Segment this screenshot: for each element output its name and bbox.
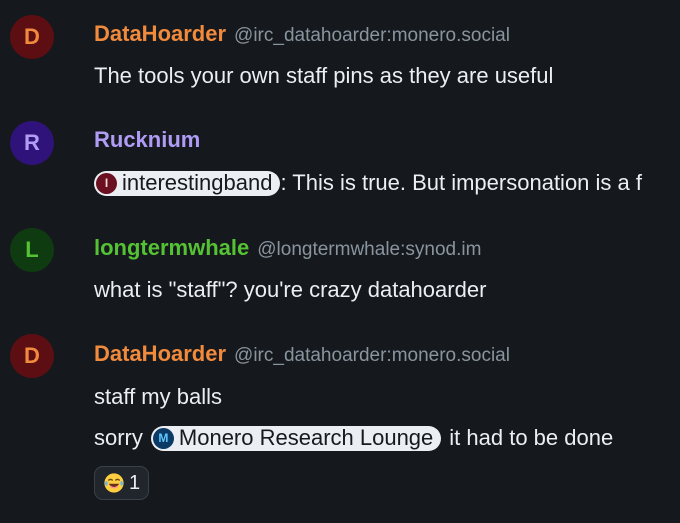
room-avatar-letter: M — [158, 431, 169, 445]
message-body: sorry M Monero Research Lounge it had to… — [94, 425, 613, 451]
sender-name[interactable]: DataHoarder — [94, 341, 226, 367]
message-body: The tools your own staff pins as they ar… — [94, 63, 553, 89]
message-body: what is "staff"? you're crazy datahoarde… — [94, 277, 486, 303]
avatar-letter: D — [24, 24, 40, 49]
message-text: staff my balls — [94, 384, 222, 409]
sender-mxid: @longtermwhale:synod.im — [257, 239, 482, 260]
message-text: what is "staff"? you're crazy datahoarde… — [94, 277, 487, 302]
message-text: it had to be done — [449, 425, 614, 450]
message-text: The tools your own staff pins as they ar… — [94, 63, 554, 88]
mention-label: interestingband — [122, 170, 273, 195]
mention-avatar: I — [96, 172, 117, 194]
room-mention-pill[interactable]: M Monero Research Lounge — [150, 425, 442, 451]
message-header: longtermwhale @longtermwhale:synod.im — [94, 235, 481, 261]
message-header: DataHoarder @irc_datahoarder:monero.soci… — [94, 21, 510, 47]
sender-mxid: @irc_datahoarder:monero.social — [234, 25, 510, 46]
sender-mxid: @irc_datahoarder:monero.social — [234, 345, 510, 366]
reaction-count: 1 — [129, 471, 141, 494]
avatar[interactable]: L — [10, 228, 54, 272]
user-mention-pill[interactable]: I interestingband — [94, 170, 281, 196]
mention-avatar-letter: I — [104, 176, 109, 190]
face-with-tears-of-joy-icon — [104, 473, 124, 493]
room-avatar: M — [152, 427, 174, 449]
room-pill-label: Monero Research Lounge — [178, 425, 434, 450]
message-body: staff my balls — [94, 384, 222, 410]
sender-name[interactable]: DataHoarder — [94, 21, 226, 47]
message-header: Rucknium — [94, 127, 200, 153]
reaction-button[interactable]: 1 — [94, 466, 150, 500]
message-text: sorry — [94, 425, 143, 450]
avatar[interactable]: R — [10, 121, 54, 165]
avatar[interactable]: D — [10, 334, 54, 378]
avatar-letter: R — [24, 130, 40, 155]
sender-name[interactable]: longtermwhale — [94, 235, 249, 261]
sender-name[interactable]: Rucknium — [94, 127, 200, 153]
message-header: DataHoarder @irc_datahoarder:monero.soci… — [94, 341, 510, 367]
avatar-letter: D — [24, 343, 40, 368]
avatar-letter: L — [25, 237, 39, 262]
message-body: I interestingband : This is true. But im… — [94, 170, 642, 196]
avatar[interactable]: D — [10, 15, 54, 59]
message-text: : This is true. But impersonation is a f — [280, 170, 642, 195]
message-timeline: D DataHoarder @irc_datahoarder:monero.so… — [0, 0, 680, 523]
